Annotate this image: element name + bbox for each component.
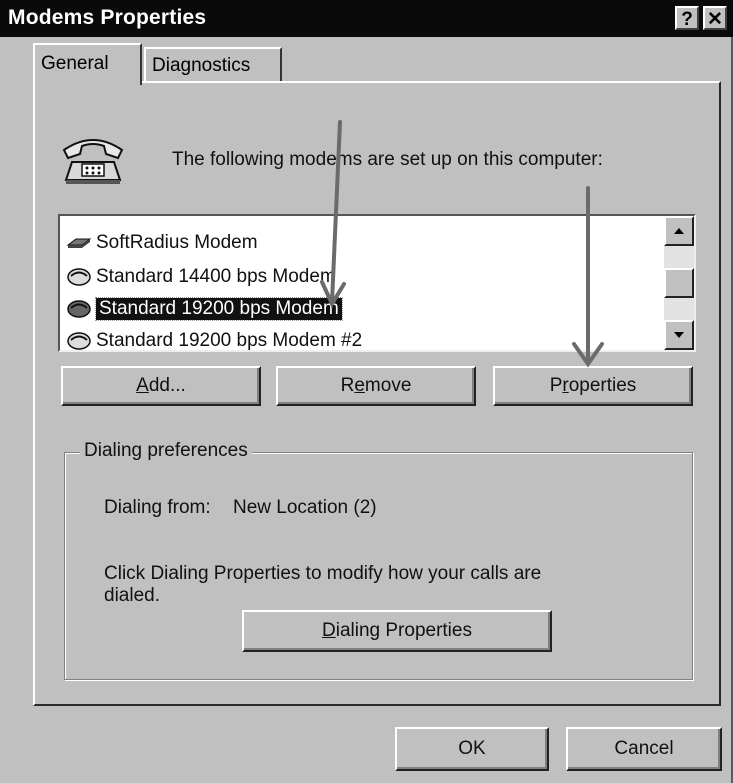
- remove-button[interactable]: Remove: [276, 366, 476, 406]
- up-arrow-icon: [674, 228, 684, 234]
- phone-modem-icon: [67, 332, 91, 350]
- add-button[interactable]: Add...: [61, 366, 261, 406]
- modem-item-label: SoftRadius Modem: [96, 232, 258, 253]
- properties-button[interactable]: Properties: [493, 366, 693, 406]
- modem-item-selected[interactable]: Standard 19200 bps Modem: [66, 295, 343, 323]
- phone-modem-icon: [67, 300, 91, 318]
- modem-icon: [66, 238, 92, 248]
- modem-item[interactable]: Standard 14400 bps Modem: [66, 263, 336, 291]
- scroll-up-button[interactable]: [664, 216, 694, 246]
- phone-modem-icon: [67, 268, 91, 286]
- help-button[interactable]: ?: [675, 6, 699, 30]
- scroll-down-button[interactable]: [664, 320, 694, 350]
- tab-general-label: General: [41, 53, 109, 74]
- tab-general[interactable]: General: [33, 43, 142, 85]
- tab-diagnostics[interactable]: Diagnostics: [144, 47, 282, 83]
- tab-diagnostics-label: Diagnostics: [152, 55, 251, 76]
- remove-button-label: Remove: [340, 375, 412, 396]
- modem-list-scrollbar[interactable]: [664, 216, 694, 350]
- properties-button-label: Properties: [549, 375, 637, 396]
- close-button[interactable]: ✕: [703, 6, 727, 30]
- dialing-preferences-label: Dialing preferences: [80, 440, 252, 462]
- modem-list[interactable]: SoftRadius Modem Standard 14400 bps Mode…: [58, 214, 696, 352]
- modems-properties-dialog: Modems Properties ? ✕ General Diagnostic…: [0, 0, 733, 783]
- telephone-icon: [62, 139, 124, 184]
- dialing-properties-button-label: Dialing Properties: [322, 620, 472, 641]
- ok-button[interactable]: OK: [395, 727, 549, 771]
- modem-item[interactable]: SoftRadius Modem: [66, 229, 258, 257]
- dialing-hint-line1: Click Dialing Properties to modify how y…: [104, 563, 542, 584]
- modem-item-label: Standard 19200 bps Modem: [95, 297, 343, 321]
- cancel-button[interactable]: Cancel: [566, 727, 722, 771]
- add-button-label: Add...: [136, 375, 186, 396]
- intro-text: The following modems are set up on this …: [172, 149, 603, 170]
- dialing-properties-button[interactable]: Dialing Properties: [242, 610, 552, 652]
- modem-item-label: Standard 19200 bps Modem #2: [96, 330, 363, 351]
- dialing-from-label: Dialing from:: [104, 497, 211, 518]
- dialing-from-value: New Location (2): [233, 497, 377, 518]
- window-title: Modems Properties: [8, 6, 207, 29]
- down-arrow-icon: [674, 332, 684, 338]
- dialing-hint-line2: dialed.: [104, 585, 160, 606]
- scroll-thumb[interactable]: [664, 268, 694, 298]
- modem-item-label: Standard 14400 bps Modem: [96, 266, 336, 287]
- modem-item[interactable]: Standard 19200 bps Modem #2: [66, 327, 363, 351]
- title-bar[interactable]: Modems Properties ? ✕: [0, 0, 733, 37]
